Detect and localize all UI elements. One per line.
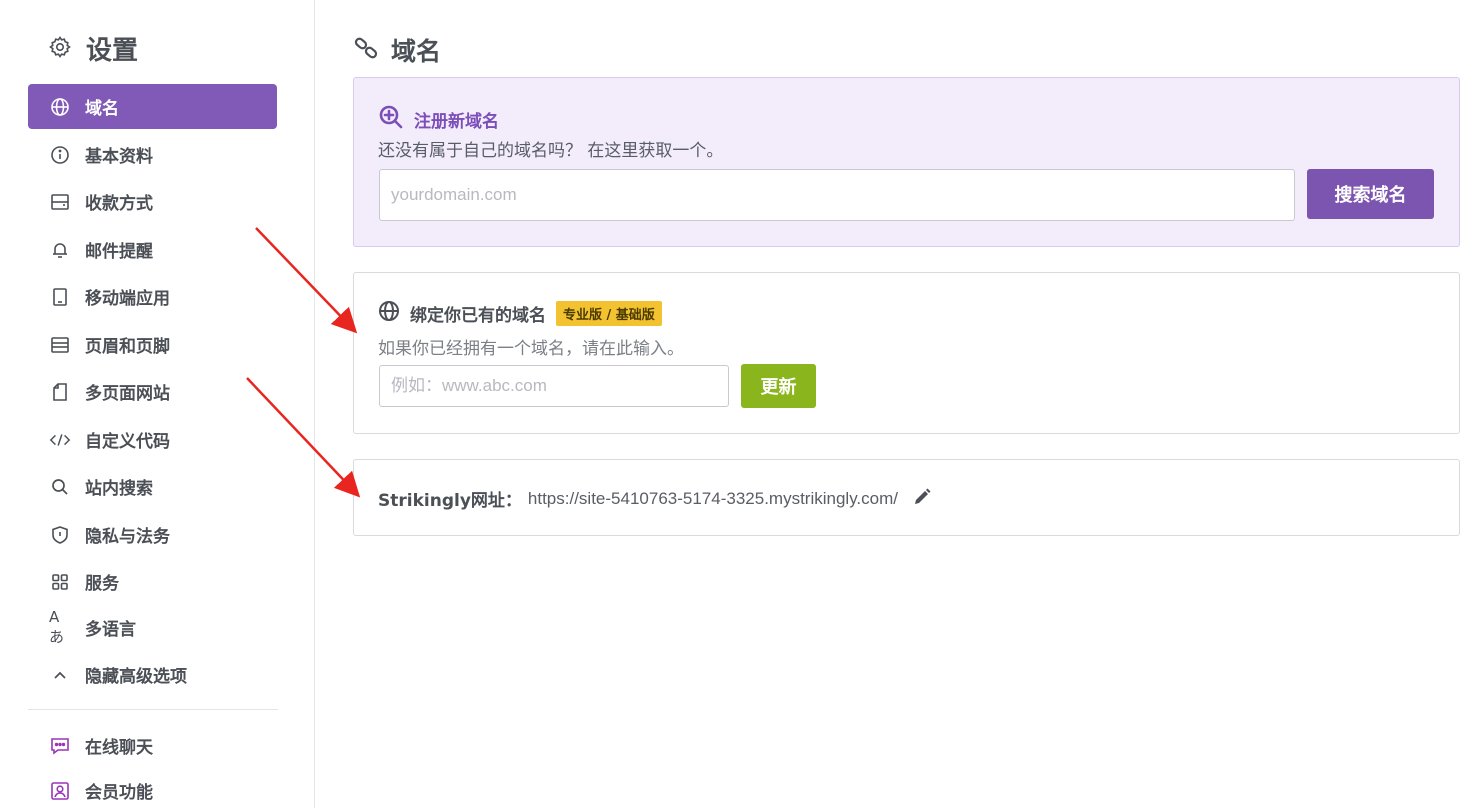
wallet-icon [49, 191, 71, 213]
strikingly-url-row: Strikingly网址： https://site-5410763-5174-… [378, 486, 932, 511]
domain-search-input[interactable] [379, 169, 1295, 221]
sidebar-item-label: 在线聊天 [85, 738, 153, 758]
register-domain-heading: 注册新域名 [378, 104, 499, 134]
sidebar-item-email-notify[interactable]: 邮件提醒 [28, 227, 277, 272]
sidebar-item-label: 隐藏高级选项 [85, 667, 187, 687]
register-domain-card: 注册新域名 还没有属于自己的域名吗？ 在这里获取一个。 搜索域名 [353, 77, 1460, 247]
member-icon [49, 780, 71, 802]
sidebar-item-basic-info[interactable]: 基本资料 [28, 132, 277, 177]
sidebar-item-label: 自定义代码 [85, 432, 170, 452]
sidebar-item-payment[interactable]: 收款方式 [28, 179, 277, 224]
globe-icon [378, 300, 400, 326]
strikingly-url-card: Strikingly网址： https://site-5410763-5174-… [353, 459, 1460, 536]
sidebar-item-label: 邮件提醒 [85, 242, 153, 262]
search-domain-button[interactable]: 搜索域名 [1307, 169, 1434, 219]
plan-badge: 专业版 / 基础版 [556, 300, 662, 326]
sidebar-item-services[interactable]: 服务 [28, 559, 277, 604]
sidebar-item-label: 会员功能 [85, 783, 153, 803]
bell-icon [49, 239, 71, 261]
sidebar-item-label: 多语言 [85, 620, 136, 640]
sidebar-item-label: 移动端应用 [85, 289, 170, 309]
sidebar-item-label: 服务 [85, 574, 119, 594]
settings-sidebar: 设置 域名 基本资料 收款方式 邮件提醒 移动端应用 页眉和页脚 多页面网站 自… [0, 0, 315, 808]
sidebar-item-label: 多页面网站 [85, 384, 170, 404]
gear-icon [48, 35, 72, 63]
page-title-text: 域名 [391, 37, 442, 66]
tablet-icon [49, 286, 71, 308]
sidebar-item-domain[interactable]: 域名 [28, 84, 277, 129]
sidebar-item-site-search[interactable]: 站内搜索 [28, 464, 277, 509]
sidebar-item-mobile-app[interactable]: 移动端应用 [28, 274, 277, 319]
page-title: 域名 [353, 32, 441, 68]
sidebar-item-custom-code[interactable]: 自定义代码 [28, 417, 277, 462]
sidebar-item-multilingual[interactable]: Aあ 多语言 [28, 605, 277, 650]
chevron-up-icon [49, 664, 71, 686]
info-icon [49, 144, 71, 166]
sidebar-item-header-footer[interactable]: 页眉和页脚 [28, 322, 277, 367]
search-icon [49, 476, 71, 498]
bind-domain-heading: 绑定你已有的域名 专业版 / 基础版 [378, 300, 662, 326]
register-domain-desc: 还没有属于自己的域名吗？ 在这里获取一个。 [378, 141, 724, 161]
sidebar-item-hide-advanced[interactable]: 隐藏高级选项 [28, 652, 277, 697]
register-domain-title: 注册新域名 [414, 111, 499, 132]
grid-icon [49, 571, 71, 593]
sidebar-item-label: 页眉和页脚 [85, 337, 170, 357]
chat-icon [49, 735, 71, 757]
strikingly-url[interactable]: https://site-5410763-5174-3325.mystrikin… [528, 489, 898, 509]
sidebar-item-label: 基本资料 [85, 147, 153, 167]
layout-icon [49, 334, 71, 356]
sidebar-item-label: 隐私与法务 [85, 527, 170, 547]
bind-domain-card: 绑定你已有的域名 专业版 / 基础版 如果你已经拥有一个域名，请在此输入。 更新 [353, 272, 1460, 434]
pages-icon [49, 381, 71, 403]
language-icon: Aあ [49, 608, 65, 646]
sidebar-item-label: 域名 [85, 99, 119, 119]
strikingly-url-label: Strikingly网址： [378, 491, 522, 511]
sidebar-item-label: 站内搜索 [85, 479, 153, 499]
bind-domain-title: 绑定你已有的域名 [410, 305, 546, 326]
sidebar-title-text: 设置 [86, 36, 139, 66]
bind-domain-desc: 如果你已经拥有一个域名，请在此输入。 [378, 339, 684, 359]
existing-domain-input[interactable] [379, 365, 729, 407]
sidebar-title: 设置 [48, 30, 138, 67]
shield-icon [49, 524, 71, 546]
sidebar-item-multipage[interactable]: 多页面网站 [28, 369, 277, 414]
sidebar-item-label: 收款方式 [85, 194, 153, 214]
link-icon [353, 35, 379, 65]
sidebar-item-live-chat[interactable]: 在线聊天 [28, 723, 277, 768]
sidebar-item-membership[interactable]: 会员功能 [28, 768, 277, 808]
pencil-icon[interactable] [912, 487, 932, 511]
search-plus-icon [378, 104, 404, 134]
sidebar-item-privacy[interactable]: 隐私与法务 [28, 512, 277, 557]
code-icon [49, 429, 71, 451]
update-button[interactable]: 更新 [741, 364, 816, 408]
globe-icon [49, 96, 71, 118]
sidebar-divider [28, 709, 278, 710]
